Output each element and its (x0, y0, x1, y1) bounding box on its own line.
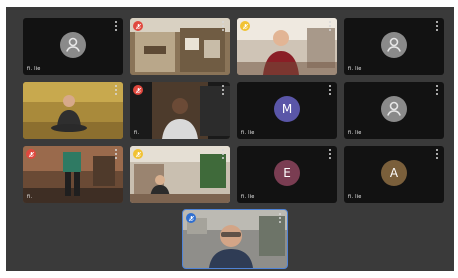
participant-tile-r3c1[interactable]: fi. (23, 146, 123, 203)
mic-muted-icon (186, 213, 196, 223)
video-frame (130, 82, 230, 139)
person-placeholder-icon (381, 31, 407, 58)
participant-tile-r3c2[interactable] (130, 146, 230, 203)
participant-name: fi. (134, 130, 140, 136)
participant-tile-r3c3[interactable]: E fi. lie (237, 146, 337, 203)
participant-tile-r3c4[interactable]: A fi. lie (344, 146, 444, 203)
video-frame (130, 18, 230, 75)
more-options-icon[interactable] (436, 21, 439, 31)
more-options-icon[interactable] (329, 149, 332, 159)
more-options-icon[interactable] (329, 21, 332, 31)
participant-tile-r1c2[interactable] (130, 18, 230, 75)
avatar-initial: A (381, 159, 407, 186)
more-options-icon[interactable] (115, 85, 118, 95)
participant-name: fi. (27, 194, 33, 200)
video-frame (237, 18, 337, 75)
more-options-icon[interactable] (115, 21, 118, 31)
participant-tile-r1c1[interactable]: fi. lie (23, 18, 123, 75)
more-options-icon[interactable] (115, 149, 118, 159)
more-options-icon[interactable] (222, 21, 225, 31)
participant-tile-r2c3[interactable]: M fi. lie (237, 82, 337, 139)
mic-muted-icon (133, 85, 143, 95)
participant-tile-r1c4[interactable]: fi. lie (344, 18, 444, 75)
more-options-icon[interactable] (222, 149, 225, 159)
participant-tile-r2c1[interactable] (23, 82, 123, 139)
participant-name: fi. lie (348, 66, 362, 72)
mic-muted-icon (133, 149, 143, 159)
participant-name: fi. lie (241, 194, 255, 200)
video-frame (183, 210, 287, 268)
person-placeholder-icon (60, 31, 86, 58)
video-frame (23, 82, 123, 139)
more-options-icon[interactable] (436, 149, 439, 159)
video-frame (130, 146, 230, 203)
more-options-icon[interactable] (279, 213, 282, 223)
more-options-icon[interactable] (436, 85, 439, 95)
participant-tile-r1c3[interactable] (237, 18, 337, 75)
avatar-initial: M (274, 95, 300, 122)
participant-name: fi. lie (348, 130, 362, 136)
more-options-icon[interactable] (222, 85, 225, 95)
participant-name: fi. lie (348, 194, 362, 200)
video-grid: fi. lie fi. lie fi. M fi. lie fi. lie fi… (6, 7, 454, 271)
avatar-initial: E (274, 159, 300, 186)
person-placeholder-icon (381, 95, 407, 122)
participant-tile-r2c4[interactable]: fi. lie (344, 82, 444, 139)
video-frame (23, 146, 123, 203)
more-options-icon[interactable] (329, 85, 332, 95)
self-view-tile[interactable] (182, 209, 288, 269)
mic-muted-icon (133, 21, 143, 31)
mic-muted-icon (26, 149, 36, 159)
participant-name: fi. lie (241, 130, 255, 136)
participant-tile-r2c2[interactable]: fi. (130, 82, 230, 139)
participant-name: fi. lie (27, 66, 41, 72)
mic-muted-icon (240, 21, 250, 31)
